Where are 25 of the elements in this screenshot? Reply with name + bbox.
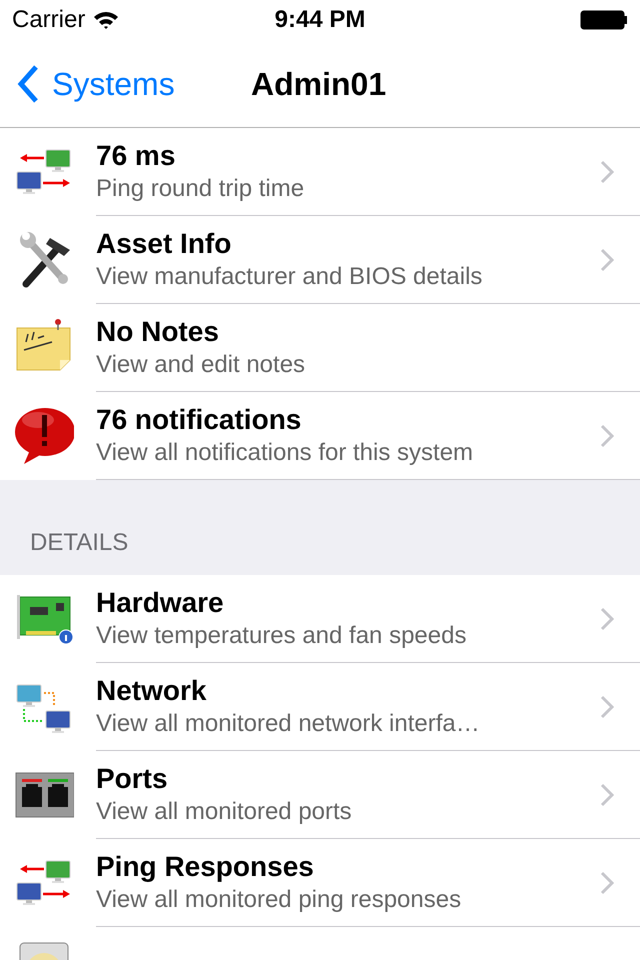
- back-button[interactable]: Systems: [0, 60, 175, 108]
- status-time: 9:44 PM: [274, 5, 366, 35]
- exclamation-bubble-icon: [14, 406, 74, 466]
- battery-icon: [580, 10, 628, 30]
- row-title: Asset Info: [96, 226, 232, 260]
- row-title: Ports: [96, 762, 169, 796]
- row-subtitle: Ping round trip time: [96, 174, 306, 204]
- row-subtitle: View manufacturer and BIOS details: [96, 262, 484, 292]
- back-chevron-icon: [16, 64, 40, 104]
- row-subtitle: View all monitored ports: [96, 796, 353, 826]
- nav-title: Admin01: [251, 64, 386, 104]
- carrier-label: Carrier: [12, 5, 86, 35]
- row-title: No Notes: [96, 314, 220, 348]
- wifi-icon: [93, 10, 120, 30]
- section-header: DETAILS: [30, 528, 128, 558]
- row-subtitle: View all notifications for this system: [96, 438, 474, 468]
- row-title: 76 ms: [96, 138, 176, 172]
- row-title: Hardware: [96, 586, 225, 620]
- row-subtitle: View all monitored ping responses: [96, 884, 462, 914]
- row-title: Network: [96, 674, 208, 708]
- row-subtitle: View temperatures and fan speeds: [96, 620, 468, 650]
- row-subtitle: View and edit notes: [96, 350, 306, 380]
- row-subtitle: View all monitored network interfa…: [96, 708, 481, 738]
- row-title: 76 notifications: [96, 402, 302, 436]
- row-title: Ping Responses: [96, 850, 315, 884]
